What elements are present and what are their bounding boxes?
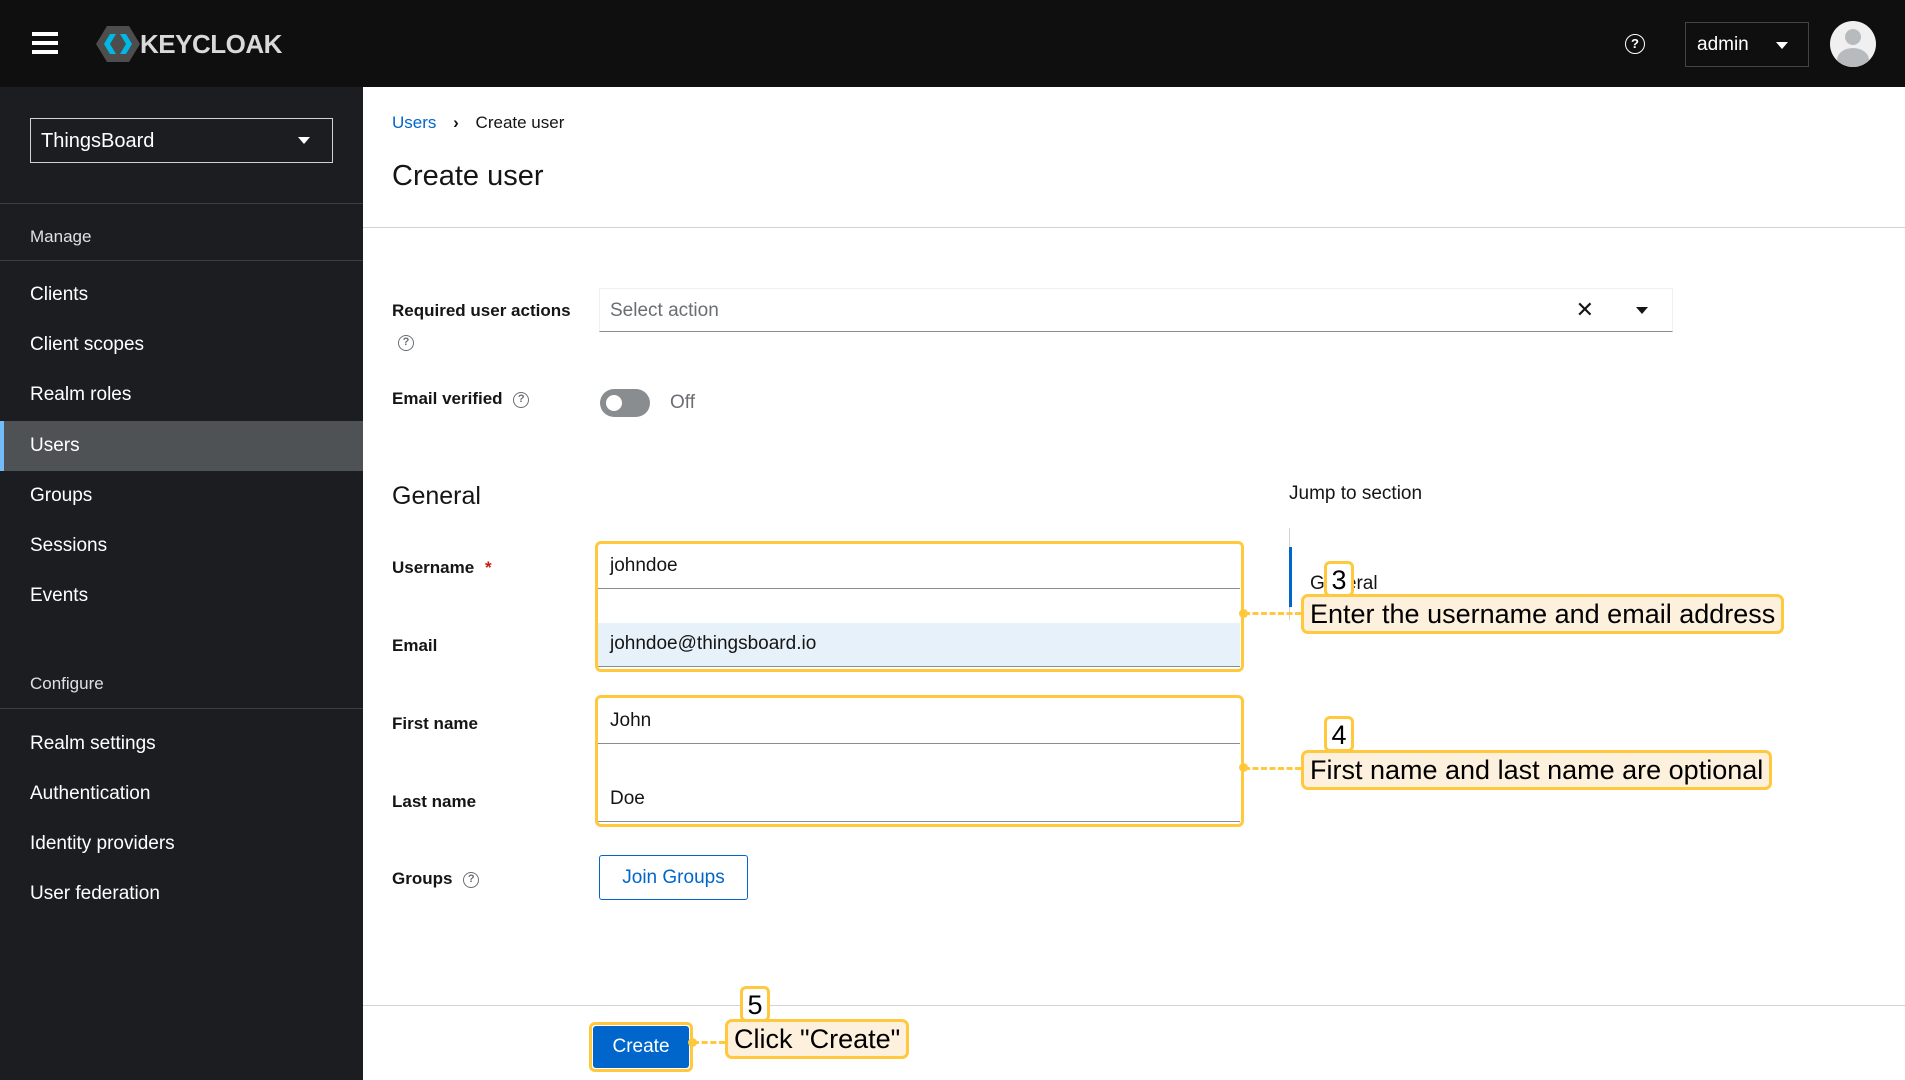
annotation-4: First name and last name are optional: [1301, 750, 1773, 790]
last-name-label: Last name: [392, 792, 477, 811]
email-verified-text: Email verified: [392, 389, 503, 408]
highlight-box: [595, 541, 1244, 672]
required-actions-label: Required user actions: [392, 301, 571, 320]
sidebar-item-users[interactable]: Users: [0, 421, 363, 471]
groups-label: Groups ?: [392, 869, 480, 889]
help-icon[interactable]: ?: [398, 335, 414, 351]
clear-icon[interactable]: ✕: [1576, 297, 1594, 323]
user-menu-dropdown[interactable]: admin: [1685, 22, 1809, 67]
sidebar-item-user-federation[interactable]: User federation: [0, 869, 363, 919]
annotation-step-5: 5: [740, 986, 770, 1022]
page-title: Create user: [392, 160, 544, 192]
sidebar-item-clients[interactable]: Clients: [0, 270, 363, 320]
email-verified-label: Email verified ?: [392, 389, 530, 409]
help-icon[interactable]: ?: [463, 871, 480, 888]
divider: [0, 203, 363, 204]
help-icon[interactable]: ?: [513, 391, 530, 408]
help-icon[interactable]: ?: [1625, 34, 1645, 54]
connector-line: [693, 1041, 725, 1044]
email-label: Email: [392, 636, 438, 655]
highlight-box: [589, 1022, 693, 1072]
annotation-5: Click "Create": [725, 1019, 910, 1059]
sidebar: ThingsBoard Manage Clients Client scopes…: [0, 87, 363, 1080]
email-verified-toggle[interactable]: [600, 389, 650, 417]
sidebar-item-realm-roles[interactable]: Realm roles: [0, 370, 363, 420]
first-name-label: First name: [392, 714, 478, 733]
section-configure: Configure: [30, 674, 104, 693]
required-actions-select[interactable]: Select action ✕: [599, 288, 1673, 332]
annotation-step-3: 3: [1324, 561, 1354, 597]
caret-down-icon: [1776, 42, 1788, 55]
connector-line: [1244, 767, 1301, 770]
sidebar-item-client-scopes[interactable]: Client scopes: [0, 320, 363, 370]
divider: [363, 227, 1905, 228]
groups-label-text: Groups: [392, 869, 453, 888]
breadcrumb-users-link[interactable]: Users: [392, 113, 436, 132]
keycloak-logo-icon: [96, 26, 140, 62]
annotation-step-4: 4: [1324, 716, 1354, 752]
caret-down-icon[interactable]: [1636, 307, 1648, 320]
footer-divider: [363, 1005, 1905, 1006]
jump-to-section-title: Jump to section: [1289, 483, 1423, 504]
user-name: admin: [1697, 34, 1749, 55]
general-heading: General: [392, 482, 481, 510]
jump-nav-indicator: [1289, 547, 1292, 607]
caret-down-icon: [298, 137, 310, 150]
divider: [0, 708, 363, 709]
sidebar-item-events[interactable]: Events: [0, 571, 363, 621]
chevron-right-icon: ›: [453, 113, 459, 132]
realm-name: ThingsBoard: [41, 130, 155, 152]
keycloak-logo: KEYCLOAK: [96, 24, 282, 64]
sidebar-item-groups[interactable]: Groups: [0, 471, 363, 521]
highlight-box: [595, 695, 1244, 827]
required-mark: *: [484, 558, 492, 577]
sidebar-item-authentication[interactable]: Authentication: [0, 769, 363, 819]
username-label: Username *: [392, 558, 492, 578]
join-groups-button[interactable]: Join Groups: [599, 855, 748, 900]
top-bar: KEYCLOAK ? admin: [0, 0, 1905, 87]
connector-line: [1244, 612, 1301, 615]
realm-selector[interactable]: ThingsBoard: [30, 118, 333, 163]
divider: [0, 260, 363, 261]
sidebar-item-identity-providers[interactable]: Identity providers: [0, 819, 363, 869]
brand-text: KEYCLOAK: [140, 28, 282, 59]
section-manage: Manage: [30, 227, 92, 246]
menu-icon[interactable]: [32, 32, 58, 54]
sidebar-item-realm-settings[interactable]: Realm settings: [0, 719, 363, 769]
username-label-text: Username: [392, 558, 475, 577]
email-verified-state: Off: [670, 392, 695, 413]
required-actions-placeholder: Select action: [610, 300, 719, 321]
breadcrumb: Users › Create user: [392, 113, 564, 133]
annotation-3: Enter the username and email address: [1301, 594, 1785, 634]
breadcrumb-current: Create user: [475, 113, 565, 132]
avatar-icon[interactable]: [1830, 21, 1876, 67]
sidebar-item-sessions[interactable]: Sessions: [0, 521, 363, 571]
